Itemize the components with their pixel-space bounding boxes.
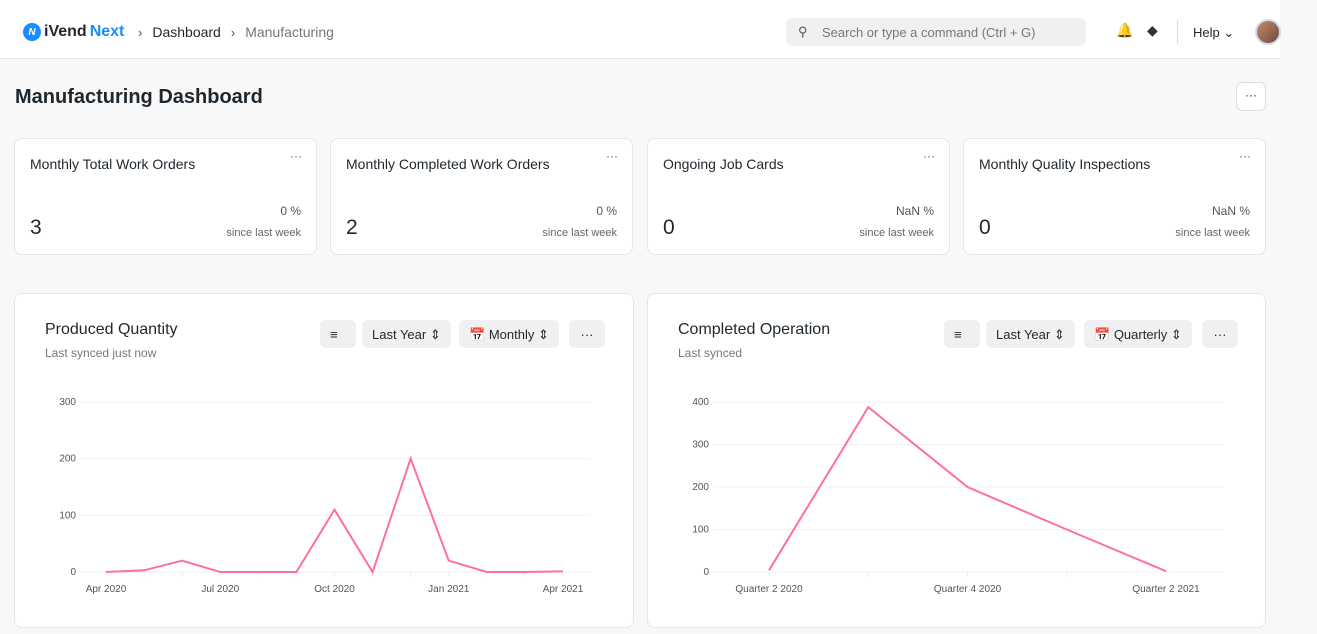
card-title: Ongoing Job Cards <box>663 156 784 172</box>
search-icon: ⚲ <box>798 24 808 39</box>
y-tick-label: 100 <box>692 525 709 536</box>
card-menu-icon[interactable]: ··· <box>923 149 935 163</box>
tag-icon[interactable]: ◆ <box>1147 22 1158 39</box>
card-since: since last week <box>226 227 301 239</box>
avatar[interactable] <box>1255 19 1281 45</box>
breadcrumb: › Dashboard › Manufacturing <box>138 24 334 40</box>
line-chart: 0 100 200 300 Apr 2020 Jul 2020 Oct 2020 Jan 20… <box>59 397 590 595</box>
chart-card-completed-operation: Completed Operation Last synced ≡ Last Y… <box>647 293 1266 628</box>
card-change: 0 % <box>280 204 301 218</box>
brand-b: Next <box>89 23 125 40</box>
breadcrumb-manufacturing[interactable]: Manufacturing <box>245 24 334 40</box>
help-label: Help <box>1193 25 1220 40</box>
number-card: Monthly Total Work Orders ··· 3 0 % since… <box>14 138 317 255</box>
number-card: Ongoing Job Cards ··· 0 NaN % since last … <box>647 138 950 255</box>
card-menu-icon[interactable]: ··· <box>606 149 618 163</box>
page-title: Manufacturing Dashboard <box>15 86 263 108</box>
y-tick-label: 200 <box>692 482 709 493</box>
y-tick-label: 300 <box>59 397 76 408</box>
divider <box>1177 20 1178 44</box>
card-since: since last week <box>1175 227 1250 239</box>
series-line <box>768 405 1167 573</box>
card-value: 0 <box>979 216 991 239</box>
navbar: NiVend Next › Dashboard › Manufacturing ⚲… <box>0 0 1281 59</box>
y-tick-label: 0 <box>703 567 709 578</box>
card-title: Monthly Total Work Orders <box>30 156 196 172</box>
y-tick-label: 300 <box>692 440 709 451</box>
search-input[interactable]: ⚲ Search or type a command (Ctrl + G) <box>786 18 1086 46</box>
card-menu-icon[interactable]: ··· <box>1239 149 1251 163</box>
y-tick-label: 400 <box>692 397 709 408</box>
x-tick-label: Quarter 4 2020 <box>934 584 1002 595</box>
logo-icon: N <box>23 23 41 41</box>
y-tick-label: 200 <box>59 454 76 465</box>
logo[interactable]: NiVend Next <box>23 23 124 41</box>
page-menu-button[interactable]: ··· <box>1236 82 1266 111</box>
y-tick-label: 100 <box>59 510 76 521</box>
chevron-right-icon: › <box>230 24 236 40</box>
card-value: 0 <box>663 216 675 239</box>
x-tick-label: Oct 2020 <box>314 584 355 595</box>
number-card: Monthly Completed Work Orders ··· 2 0 % s… <box>330 138 633 255</box>
card-change: 0 % <box>596 204 617 218</box>
x-tick-label: Quarter 2 2020 <box>735 584 803 595</box>
x-tick-label: Apr 2020 <box>86 584 127 595</box>
chart-card-produced-quantity: Produced Quantity Last synced just now ≡… <box>14 293 634 628</box>
number-card: Monthly Quality Inspections ··· 0 NaN % s… <box>963 138 1266 255</box>
card-change: NaN % <box>1211 204 1250 218</box>
search-placeholder: Search or type a command (Ctrl + G) <box>822 25 1036 40</box>
help-dropdown[interactable]: Help ⌄ <box>1193 25 1234 41</box>
card-since: since last week <box>859 227 934 239</box>
bell-icon[interactable]: 🔔 <box>1116 22 1133 39</box>
card-since: since last week <box>542 227 617 239</box>
chevron-right-icon: › <box>138 24 143 40</box>
y-tick-label: 0 <box>70 567 76 578</box>
card-value: 3 <box>30 216 42 239</box>
x-tick-label: Quarter 2 2021 <box>1132 584 1200 595</box>
brand-a: iVend <box>44 23 87 40</box>
card-change: NaN % <box>895 204 934 218</box>
x-tick-label: Apr 2021 <box>543 584 584 595</box>
chevron-down-icon: ⌄ <box>1223 25 1235 40</box>
x-tick-label: Jul 2020 <box>201 584 239 595</box>
card-value: 2 <box>346 216 358 239</box>
card-title: Monthly Quality Inspections <box>979 156 1151 172</box>
breadcrumb-dashboard[interactable]: Dashboard <box>152 24 221 40</box>
card-menu-icon[interactable]: ··· <box>290 149 302 163</box>
card-title: Monthly Completed Work Orders <box>346 156 550 172</box>
line-chart: 0 100 200 300 400 Quarter 2 2020 Quarter 4 202… <box>692 397 1224 595</box>
x-tick-label: Jan 2021 <box>428 584 470 595</box>
